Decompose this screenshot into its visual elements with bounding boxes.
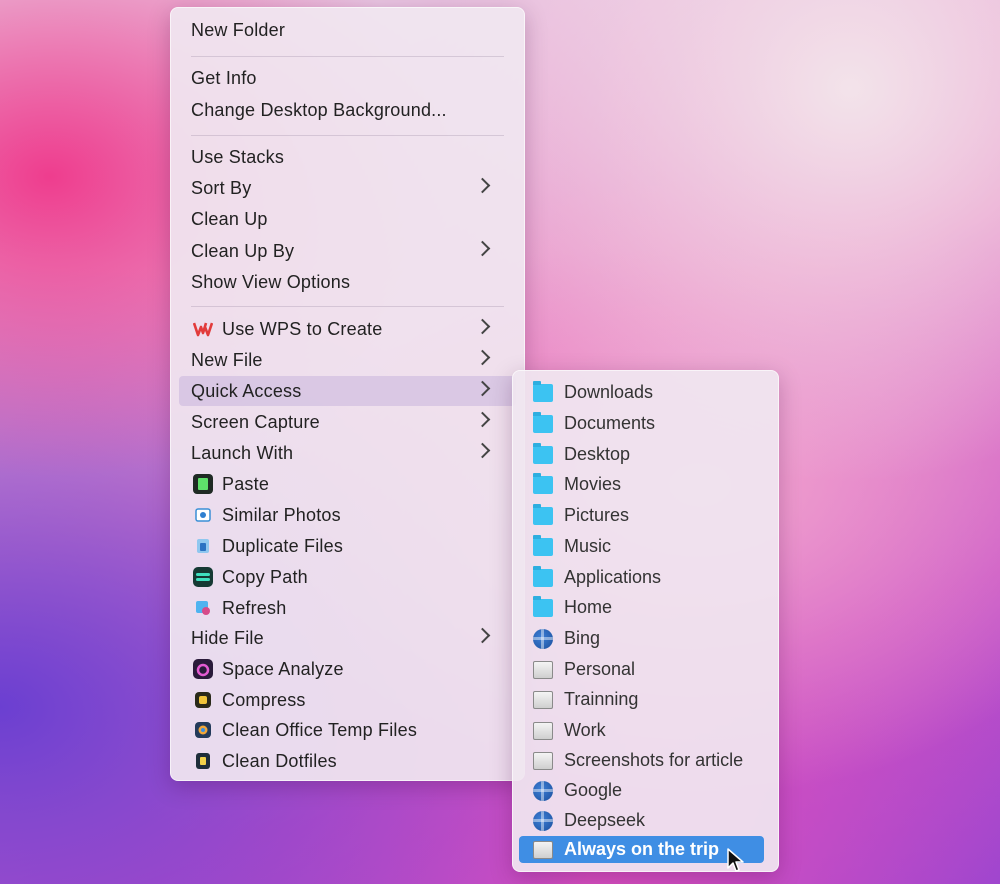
menu-item-new-folder[interactable]: New Folder <box>179 15 516 45</box>
chevron-right-icon <box>474 314 502 344</box>
copy-path-icon <box>193 567 213 587</box>
folder-icon <box>533 380 553 402</box>
menu-item-clean-dotfiles[interactable]: Clean Dotfiles <box>179 746 516 776</box>
space-analyze-icon <box>193 659 213 679</box>
compress-icon <box>193 690 213 710</box>
chevron-right-icon <box>474 236 502 266</box>
quick-access-item-trainning[interactable]: Trainning <box>519 686 764 713</box>
menu-item-launch-with[interactable]: Launch With <box>179 438 516 468</box>
menu-item-refresh[interactable]: Refresh <box>179 593 516 623</box>
folder-icon <box>533 595 553 617</box>
menu-item-similar-photos[interactable]: Similar Photos <box>179 500 516 530</box>
quick-access-item-music[interactable]: Music <box>519 533 764 560</box>
globe-icon <box>533 628 553 649</box>
clean-dotfiles-icon <box>193 751 213 771</box>
menu-item-use-wps-to-create[interactable]: Use WPS to Create <box>179 314 516 344</box>
menu-item-screen-capture[interactable]: Screen Capture <box>179 407 516 437</box>
quick-access-submenu: Downloads Documents Desktop Movies Pictu… <box>512 370 779 872</box>
chevron-right-icon <box>474 438 502 468</box>
quick-access-item-google[interactable]: Google <box>519 777 764 804</box>
quick-access-item-screenshots-for-article[interactable]: Screenshots for article <box>519 747 764 774</box>
menu-item-get-info[interactable]: Get Info <box>179 63 516 93</box>
folder-icon <box>533 503 553 525</box>
menu-item-copy-path[interactable]: Copy Path <box>179 562 516 592</box>
wps-icon <box>193 319 213 339</box>
menu-item-use-stacks[interactable]: Use Stacks <box>179 142 516 172</box>
menu-item-quick-access[interactable]: Quick Access <box>179 376 516 406</box>
chevron-right-icon <box>474 623 502 653</box>
folder-icon <box>533 442 553 464</box>
globe-icon <box>533 780 553 801</box>
quick-access-item-personal[interactable]: Personal <box>519 656 764 683</box>
quick-access-item-documents[interactable]: Documents <box>519 410 764 437</box>
menu-item-clean-up[interactable]: Clean Up <box>179 204 516 234</box>
menu-item-space-analyze[interactable]: Space Analyze <box>179 654 516 684</box>
menu-item-new-file[interactable]: New File <box>179 345 516 375</box>
folder-icon <box>533 411 553 433</box>
clean-office-icon <box>193 720 213 740</box>
menu-item-compress[interactable]: Compress <box>179 685 516 715</box>
quick-access-item-movies[interactable]: Movies <box>519 471 764 498</box>
menu-item-paste[interactable]: Paste <box>179 469 516 499</box>
menu-separator <box>191 56 504 57</box>
menu-item-sort-by[interactable]: Sort By <box>179 173 516 203</box>
menu-item-change-desktop-background[interactable]: Change Desktop Background... <box>179 95 516 125</box>
menu-separator <box>191 306 504 307</box>
quick-access-item-deepseek[interactable]: Deepseek <box>519 807 764 834</box>
menu-item-clean-up-by[interactable]: Clean Up By <box>179 236 516 266</box>
quick-access-item-pictures[interactable]: Pictures <box>519 502 764 529</box>
duplicate-files-icon <box>193 536 213 556</box>
paste-icon <box>193 474 213 494</box>
menu-item-hide-file[interactable]: Hide File <box>179 623 516 653</box>
quick-access-item-applications[interactable]: Applications <box>519 564 764 591</box>
chevron-right-icon <box>474 407 502 437</box>
quick-access-item-desktop[interactable]: Desktop <box>519 441 764 468</box>
folder-icon <box>533 534 553 556</box>
quick-access-item-work[interactable]: Work <box>519 717 764 744</box>
folder-icon <box>533 472 553 494</box>
refresh-icon <box>193 598 213 618</box>
chevron-right-icon <box>474 173 502 203</box>
menu-item-clean-office-temp-files[interactable]: Clean Office Temp Files <box>179 715 516 745</box>
chevron-right-icon <box>474 345 502 375</box>
menu-separator <box>191 135 504 136</box>
drive-icon <box>533 751 553 770</box>
menu-item-duplicate-files[interactable]: Duplicate Files <box>179 531 516 561</box>
desktop-context-menu: New Folder Get Info Change Desktop Backg… <box>170 7 525 781</box>
drive-icon <box>533 721 553 740</box>
chevron-right-icon <box>474 376 502 406</box>
quick-access-item-bing[interactable]: Bing <box>519 625 764 652</box>
drive-icon <box>533 690 553 709</box>
quick-access-item-home[interactable]: Home <box>519 594 764 621</box>
similar-photos-icon <box>193 505 213 525</box>
menu-item-show-view-options[interactable]: Show View Options <box>179 267 516 297</box>
quick-access-item-downloads[interactable]: Downloads <box>519 379 764 406</box>
drive-icon <box>533 660 553 679</box>
drive-icon <box>533 840 553 859</box>
globe-icon <box>533 810 553 831</box>
folder-icon <box>533 565 553 587</box>
